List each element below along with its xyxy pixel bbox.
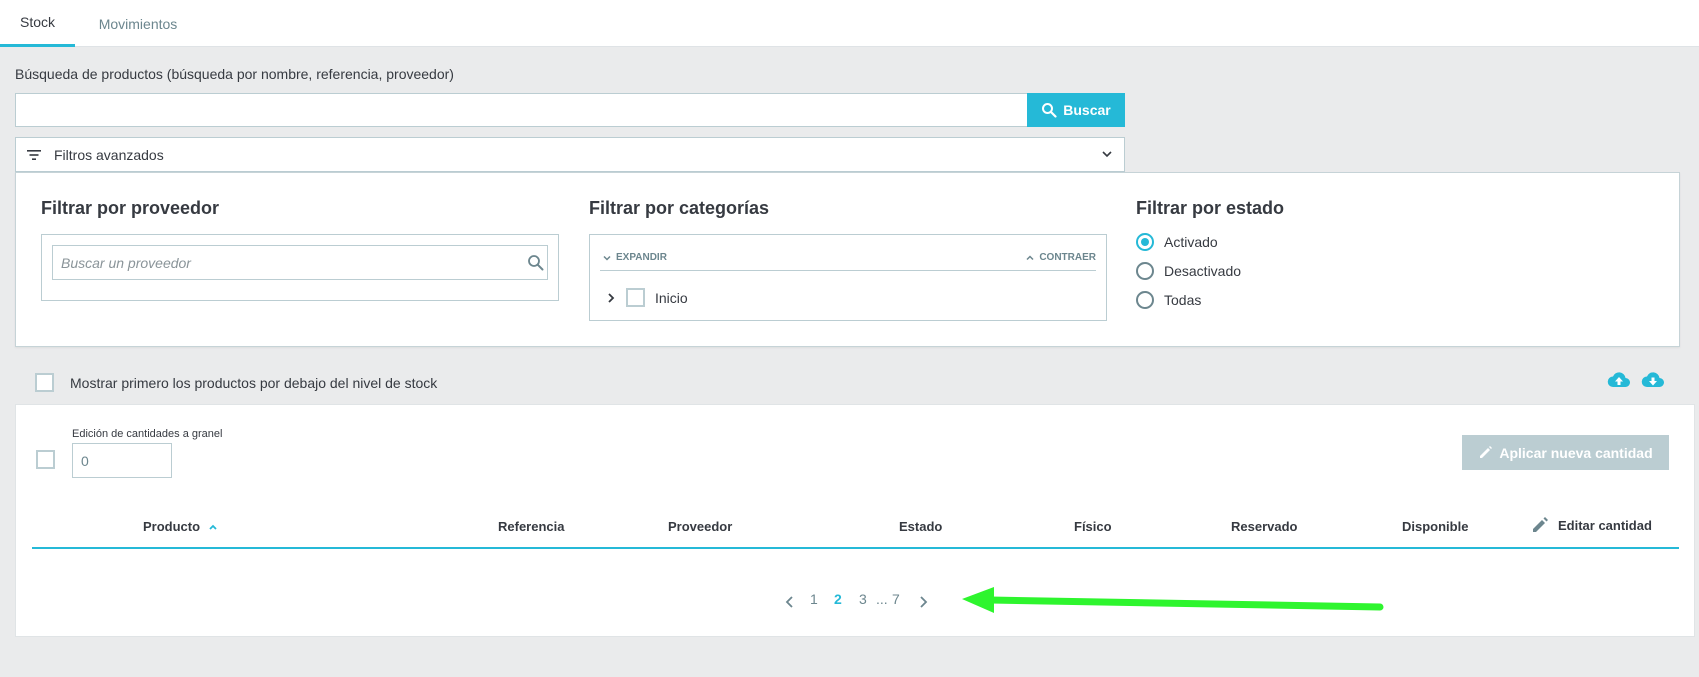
supplier-filter-box <box>41 234 559 301</box>
category-filter-title: Filtrar por categorías <box>589 198 770 218</box>
chevron-down-icon <box>1102 151 1112 158</box>
column-header-referencia[interactable]: Referencia <box>498 519 564 534</box>
page-ellipsis: ... <box>876 591 888 607</box>
search-icon[interactable] <box>527 254 544 271</box>
sort-ascending-icon[interactable] <box>208 523 218 531</box>
radio-button[interactable] <box>1136 262 1154 280</box>
page-link-3[interactable]: 3 <box>859 591 867 607</box>
search-button[interactable]: Buscar <box>1027 93 1125 127</box>
column-header-editar-cantidad[interactable]: Editar cantidad <box>1530 515 1652 535</box>
bulk-select-checkbox[interactable] <box>36 450 55 469</box>
column-label: Referencia <box>498 519 565 534</box>
cloud-download-icon[interactable] <box>1641 370 1665 390</box>
status-option-label: Activado <box>1164 234 1218 250</box>
column-header-producto[interactable]: Producto <box>143 519 218 534</box>
status-option-label: Desactivado <box>1164 263 1242 279</box>
chevron-up-icon <box>1026 254 1034 260</box>
column-label: Producto <box>143 519 201 534</box>
column-label: Físico <box>1074 519 1112 534</box>
expand-button[interactable]: EXPANDIR <box>602 252 667 263</box>
pagination: 1 2 3 ... 7 <box>16 591 1694 615</box>
column-header-fisico[interactable]: Físico <box>1074 519 1112 534</box>
expand-label: EXPANDIR <box>616 252 667 263</box>
radio-button[interactable] <box>1136 233 1154 251</box>
collapse-label: CONTRAER <box>1039 252 1096 263</box>
column-label: Reservado <box>1231 519 1298 534</box>
column-header-estado[interactable]: Estado <box>899 519 942 534</box>
search-icon <box>1042 103 1057 118</box>
chevron-right-icon[interactable] <box>606 292 616 304</box>
column-header-disponible[interactable]: Disponible <box>1402 519 1468 534</box>
status-option-desactivado[interactable]: Desactivado <box>1136 262 1241 280</box>
search-button-label: Buscar <box>1063 102 1111 118</box>
page-link-2[interactable]: 2 <box>834 591 842 607</box>
filter-icon <box>27 149 41 160</box>
page-link-1[interactable]: 1 <box>810 591 818 607</box>
cloud-upload-icon[interactable] <box>1607 370 1631 390</box>
tab-bar: Stock Movimientos <box>0 0 1699 47</box>
advanced-filters-toggle[interactable]: Filtros avanzados <box>15 137 1125 172</box>
pencil-icon <box>1533 517 1548 532</box>
status-option-activado[interactable]: Activado <box>1136 233 1218 251</box>
status-filter-title: Filtrar por estado <box>1136 198 1285 218</box>
apply-quantity-label: Aplicar nueva cantidad <box>1499 444 1653 461</box>
bulk-quantity-input[interactable] <box>72 443 172 478</box>
search-input[interactable] <box>15 93 1028 127</box>
status-option-label: Todas <box>1164 292 1202 308</box>
column-label: Disponible <box>1402 519 1469 534</box>
category-item-inicio: Inicio <box>606 288 688 307</box>
category-label: Inicio <box>655 289 688 306</box>
column-label: Estado <box>899 519 943 534</box>
advanced-filters-panel: Filtrar por proveedor Filtrar por catego… <box>15 172 1680 347</box>
chevron-left-icon[interactable] <box>785 595 795 609</box>
low-stock-first-label: Mostrar primero los productos por debajo… <box>70 374 438 391</box>
radio-button[interactable] <box>1136 291 1154 309</box>
page-link-7[interactable]: 7 <box>892 591 900 607</box>
bulk-edit-label: Edición de cantidades a granel <box>72 428 223 440</box>
annotation-arrow <box>962 587 1384 613</box>
stock-table-panel: Edición de cantidades a granel Aplicar n… <box>15 404 1695 637</box>
column-header-proveedor[interactable]: Proveedor <box>668 519 732 534</box>
category-checkbox[interactable] <box>626 288 645 307</box>
status-option-todas[interactable]: Todas <box>1136 291 1201 309</box>
low-stock-first-option[interactable]: Mostrar primero los productos por debajo… <box>35 373 437 392</box>
category-tree: EXPANDIR CONTRAER Inicio <box>589 234 1107 321</box>
supplier-filter-title: Filtrar por proveedor <box>41 198 220 218</box>
tab-stock[interactable]: Stock <box>0 0 75 47</box>
chevron-down-icon <box>603 255 611 261</box>
apply-quantity-button[interactable]: Aplicar nueva cantidad <box>1462 435 1669 470</box>
column-label: Editar cantidad <box>1558 517 1652 533</box>
column-label: Proveedor <box>668 519 733 534</box>
chevron-right-icon[interactable] <box>918 595 928 609</box>
low-stock-first-checkbox[interactable] <box>35 373 54 392</box>
search-label: Búsqueda de productos (búsqueda por nomb… <box>15 66 454 82</box>
category-tree-header: EXPANDIR CONTRAER <box>600 247 1096 271</box>
collapse-button[interactable]: CONTRAER <box>1025 252 1096 263</box>
table-header: Producto Referencia Proveedor Estado Fís… <box>32 501 1679 549</box>
tab-movimientos[interactable]: Movimientos <box>75 0 201 47</box>
advanced-filters-label: Filtros avanzados <box>54 146 164 163</box>
supplier-search-input[interactable] <box>52 245 548 280</box>
column-header-reservado[interactable]: Reservado <box>1231 519 1297 534</box>
pencil-icon <box>1480 446 1493 458</box>
